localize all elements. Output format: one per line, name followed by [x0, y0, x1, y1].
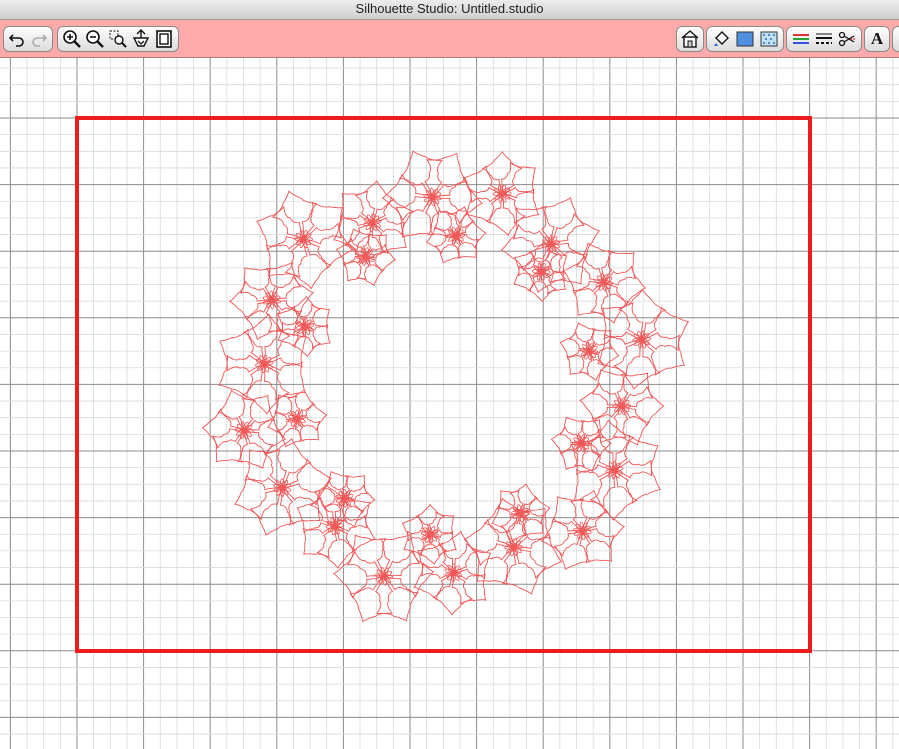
- fill-pattern-icon[interactable]: [757, 28, 781, 50]
- zoom-out-icon[interactable]: [83, 28, 106, 50]
- more-tools-group: [892, 26, 899, 52]
- line-style-icon[interactable]: [812, 28, 835, 50]
- text-style-group: A: [864, 26, 890, 52]
- history-group: [3, 26, 53, 52]
- poinsettia-wreath-design[interactable]: [195, 127, 713, 645]
- line-color-icon[interactable]: [789, 28, 812, 50]
- poinsettia-flower: [296, 484, 376, 569]
- window-title: Silhouette Studio: Untitled.studio: [355, 1, 544, 16]
- cut-style-icon[interactable]: [836, 28, 859, 50]
- poinsettia-flower: [218, 313, 307, 415]
- design-canvas[interactable]: [0, 58, 899, 749]
- fit-to-page-icon[interactable]: [153, 28, 176, 50]
- redo-icon[interactable]: [28, 28, 50, 50]
- poinsettia-flower: [541, 490, 625, 570]
- canvas-grid: [0, 58, 899, 749]
- poinsettia-flower: [256, 190, 353, 289]
- line-group: [786, 26, 862, 52]
- store-icon[interactable]: [679, 28, 701, 50]
- zoom-group: [57, 26, 179, 52]
- text-style-icon[interactable]: A: [867, 28, 887, 50]
- zoom-selection-icon[interactable]: [106, 28, 129, 50]
- poinsettia-flower: [579, 369, 665, 446]
- undo-icon[interactable]: [6, 28, 28, 50]
- poinsettia-flower: [463, 498, 563, 595]
- fill-bucket-icon[interactable]: [709, 28, 733, 50]
- fill-color-icon[interactable]: [733, 28, 757, 50]
- zoom-in-icon[interactable]: [60, 28, 83, 50]
- window-titlebar: Silhouette Studio: Untitled.studio: [0, 0, 899, 20]
- text-style-glyph: A: [870, 29, 884, 48]
- store-group: [676, 26, 704, 52]
- poinsettia-flower: [597, 289, 689, 390]
- pan-icon[interactable]: [130, 28, 153, 50]
- main-toolbar: A: [0, 20, 899, 58]
- fill-group: [706, 26, 784, 52]
